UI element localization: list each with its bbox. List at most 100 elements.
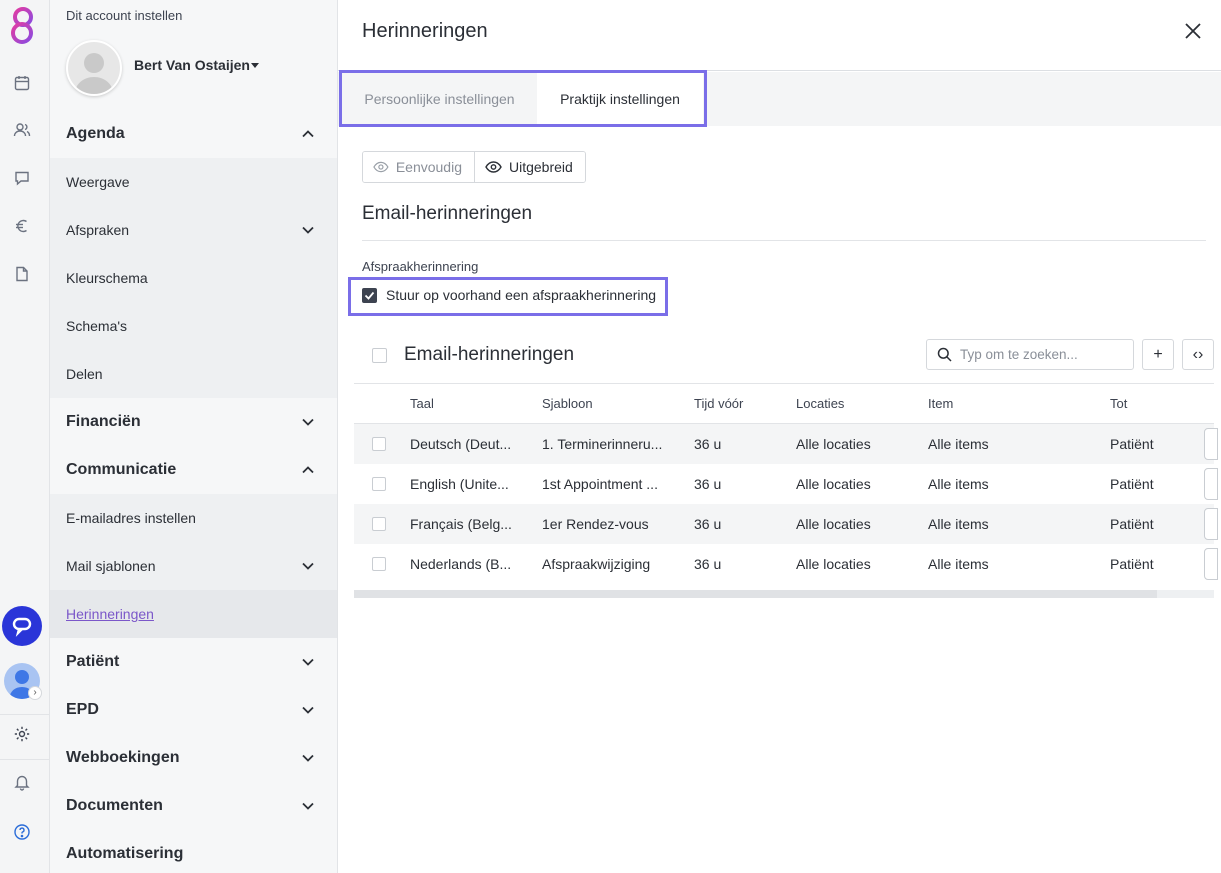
menu-item-schemas[interactable]: Schema's xyxy=(50,302,337,350)
search-icon xyxy=(937,347,952,362)
menu-section-patient[interactable]: Patiënt xyxy=(50,638,337,686)
table-row[interactable]: Français (Belg... 1er Rendez-vous 36 u A… xyxy=(354,504,1218,544)
row-checkbox[interactable] xyxy=(372,504,386,544)
chevron-down-icon xyxy=(302,706,314,714)
menu-section-agenda[interactable]: Agenda xyxy=(50,110,337,158)
view-mode-uitgebreid-button[interactable]: Uitgebreid xyxy=(475,152,585,182)
menu-section-communicatie[interactable]: Communicatie xyxy=(50,446,337,494)
users-icon[interactable] xyxy=(13,121,31,139)
support-chat-button[interactable] xyxy=(2,606,42,646)
menu-item-label: Kleurschema xyxy=(66,270,148,286)
avatar-expand-icon[interactable]: › xyxy=(28,686,42,700)
menu-item-delen[interactable]: Delen xyxy=(50,350,337,398)
user-avatar[interactable] xyxy=(66,40,122,96)
row-checkbox[interactable] xyxy=(372,424,386,464)
menu-item-mail-sjablonen[interactable]: Mail sjablonen xyxy=(50,542,337,590)
close-icon[interactable] xyxy=(1184,22,1202,40)
column-header-tijd-voor[interactable]: Tijd vóór xyxy=(694,384,743,423)
column-header-item[interactable]: Item xyxy=(928,384,953,423)
cell-locaties: Alle locaties xyxy=(796,436,871,452)
reminders-table: Taal Sjabloon Tijd vóór Locaties Item To… xyxy=(354,383,1218,584)
cell-tot: Patiënt xyxy=(1110,516,1154,532)
cell-sjabloon: 1. Terminerinneru... xyxy=(542,436,663,452)
select-all-checkbox[interactable] xyxy=(372,348,387,363)
eye-icon xyxy=(485,161,502,173)
cell-sjabloon: 1er Rendez-vous xyxy=(542,516,649,532)
cell-taal: English (Unite... xyxy=(410,476,509,492)
chat-icon[interactable] xyxy=(13,169,31,187)
cell-sjabloon: Afspraakwijziging xyxy=(542,556,651,572)
table-row[interactable]: Nederlands (B... Afspraakwijziging 36 u … xyxy=(354,544,1218,584)
menu-item-herinneringen[interactable]: Herinneringen xyxy=(50,590,337,638)
tabs-highlight-box xyxy=(339,70,707,127)
menu-item-weergave[interactable]: Weergave xyxy=(50,158,337,206)
menu-item-label: Herinneringen xyxy=(66,606,154,622)
section-divider xyxy=(362,240,1206,241)
cell-tot: Patiënt xyxy=(1110,436,1154,452)
rail-divider xyxy=(0,759,50,760)
menu-item-emailadres[interactable]: E-mailadres instellen xyxy=(50,494,337,542)
column-header-locaties[interactable]: Locaties xyxy=(796,384,844,423)
code-view-button[interactable]: ‹› xyxy=(1182,339,1214,370)
menu-section-financien[interactable]: Financiën xyxy=(50,398,337,446)
menu-section-webboekingen[interactable]: Webboekingen xyxy=(50,734,337,782)
search-input[interactable] xyxy=(960,347,1120,362)
help-icon[interactable] xyxy=(13,823,31,841)
app-logo[interactable] xyxy=(6,4,42,46)
caret-down-icon[interactable] xyxy=(251,63,259,68)
chat-bubble-icon xyxy=(12,617,32,637)
panel-title: Herinneringen xyxy=(362,20,488,42)
account-setup-label: Dit account instellen xyxy=(66,8,183,23)
section-title: Email-herinneringen xyxy=(362,203,533,224)
table-row[interactable]: English (Unite... 1st Appointment ... 36… xyxy=(354,464,1218,504)
cell-tijd: 36 u xyxy=(694,556,722,572)
row-action-button[interactable] xyxy=(1204,504,1218,544)
menu-item-label: Delen xyxy=(66,366,103,382)
chevron-down-icon xyxy=(302,658,314,666)
column-header-taal[interactable]: Taal xyxy=(410,384,434,423)
search-box[interactable] xyxy=(926,339,1134,370)
row-action-button[interactable] xyxy=(1204,544,1218,584)
row-action-button[interactable] xyxy=(1204,424,1218,464)
menu-section-automatisering[interactable]: Automatisering xyxy=(50,830,337,873)
menu-section-documenten[interactable]: Documenten xyxy=(50,782,337,830)
menu-item-label: Weergave xyxy=(66,174,130,190)
row-checkbox[interactable] xyxy=(372,544,386,584)
row-action-button[interactable] xyxy=(1204,464,1218,504)
menu-section-label: Agenda xyxy=(66,125,125,142)
cell-item: Alle items xyxy=(928,516,989,532)
table-row[interactable]: Deutsch (Deut... 1. Terminerinneru... 36… xyxy=(354,424,1218,464)
row-checkbox[interactable] xyxy=(372,464,386,504)
menu-item-kleurschema[interactable]: Kleurschema xyxy=(50,254,337,302)
menu-item-label: Afspraken xyxy=(66,222,130,238)
panel-header: Herinneringen xyxy=(338,0,1221,71)
bell-icon[interactable] xyxy=(13,773,31,791)
settings-gear-icon[interactable] xyxy=(13,725,31,743)
app-window: › Dit account instellen Bert Van Ostaije… xyxy=(0,0,1221,873)
horizontal-scrollbar[interactable] xyxy=(354,590,1214,598)
cell-item: Alle items xyxy=(928,556,989,572)
user-name[interactable]: Bert Van Ostaijen xyxy=(134,57,250,73)
calendar-icon[interactable] xyxy=(13,74,31,92)
cell-item: Alle items xyxy=(928,476,989,492)
view-mode-eenvoudig-button[interactable]: Eenvoudig xyxy=(363,152,475,182)
menu-section-label: Webboekingen xyxy=(66,749,180,766)
cell-tot: Patiënt xyxy=(1110,556,1154,572)
menu-section-epd[interactable]: EPD xyxy=(50,686,337,734)
menu-item-afspraken[interactable]: Afspraken xyxy=(50,206,337,254)
scrollbar-thumb[interactable] xyxy=(354,590,1157,598)
icon-rail: › xyxy=(0,0,50,873)
cell-locaties: Alle locaties xyxy=(796,516,871,532)
column-header-tot[interactable]: Tot xyxy=(1110,384,1127,423)
field-label: Afspraakherinnering xyxy=(362,259,479,274)
settings-menu: Dit account instellen Bert Van Ostaijen … xyxy=(50,0,338,873)
euro-icon[interactable] xyxy=(13,217,31,235)
menu-item-label: Mail sjablonen xyxy=(66,558,156,574)
column-header-sjabloon[interactable]: Sjabloon xyxy=(542,384,593,423)
cell-taal: Deutsch (Deut... xyxy=(410,436,512,452)
table-title: Email-herinneringen xyxy=(404,344,575,365)
document-icon[interactable] xyxy=(13,265,31,283)
menu-item-label: Schema's xyxy=(66,318,128,334)
menu-section-label: Communicatie xyxy=(66,461,177,478)
add-button[interactable]: + xyxy=(1142,339,1174,370)
